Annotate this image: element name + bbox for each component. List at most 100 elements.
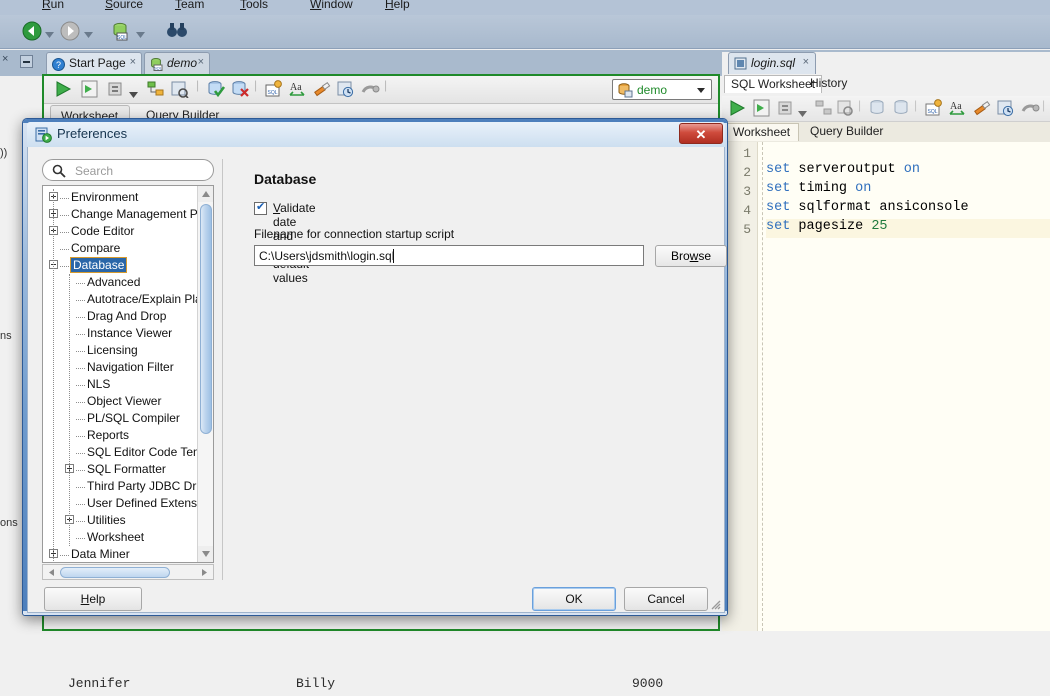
browse-button[interactable]: Browse xyxy=(655,245,727,267)
scheduler-icon[interactable] xyxy=(336,80,356,101)
sql-file-icon xyxy=(734,57,747,73)
clear-icon[interactable] xyxy=(972,99,992,120)
tree-item-label: Environment xyxy=(71,190,139,204)
tree-connector xyxy=(76,385,85,386)
tab-close-icon[interactable]: × xyxy=(803,56,809,68)
back-dropdown-icon[interactable] xyxy=(45,27,54,41)
resize-grip[interactable] xyxy=(709,598,721,610)
run-script-icon[interactable] xyxy=(80,80,100,101)
help-circle-icon: ? xyxy=(52,58,65,74)
menu-item-source[interactable]: Source xyxy=(105,0,143,11)
sql-connection-icon[interactable]: SQL xyxy=(110,21,130,44)
scheduler-icon[interactable] xyxy=(996,99,1016,120)
tree-connector xyxy=(76,453,85,454)
text-caret xyxy=(393,249,394,263)
tree-item-label: Database xyxy=(69,257,128,273)
chevron-down-icon[interactable] xyxy=(798,106,807,120)
preferences-tree[interactable]: Environment Change Management Param Code E… xyxy=(42,185,214,563)
tab-close-icon[interactable]: × xyxy=(198,56,204,68)
scrollbar-thumb[interactable] xyxy=(200,204,212,434)
tree-vertical-scrollbar[interactable] xyxy=(197,186,213,562)
svg-text:SQL: SQL xyxy=(267,90,277,96)
tree-connector xyxy=(76,419,85,420)
close-icon[interactable]: ✕ xyxy=(679,123,723,144)
unshared-worksheet-icon[interactable]: SQL xyxy=(924,99,944,120)
rollback-icon[interactable] xyxy=(230,80,250,101)
explain-plan-icon[interactable] xyxy=(146,80,166,101)
back-icon[interactable] xyxy=(22,21,42,44)
tab-history[interactable]: History xyxy=(810,76,847,90)
tab-worksheet[interactable]: Worksheet xyxy=(724,123,800,141)
scroll-up-icon[interactable] xyxy=(198,186,213,202)
dialog-title-bar[interactable]: Preferences ✕ xyxy=(27,122,725,147)
sql-tuning-icon[interactable] xyxy=(360,80,380,101)
tree-item-label: SQL Formatter xyxy=(87,462,166,476)
dock-minimize-icon[interactable] xyxy=(20,55,33,68)
search-binoculars-icon[interactable] xyxy=(166,21,188,42)
connection-selector[interactable]: demo xyxy=(612,79,712,100)
format-text-icon[interactable]: Aa xyxy=(948,99,968,120)
cell-salary: 9000 xyxy=(632,676,664,691)
search-input[interactable]: Search xyxy=(42,159,214,181)
tree-connector xyxy=(60,198,69,199)
tab-sql-worksheet[interactable]: SQL Worksheet xyxy=(724,75,823,93)
scrollbar-thumb[interactable] xyxy=(60,567,170,578)
code-token: set xyxy=(766,200,791,215)
cell-last-name: Billy xyxy=(296,676,336,691)
tab-close-icon[interactable]: × xyxy=(130,56,136,68)
sql-history-icon[interactable] xyxy=(170,80,190,101)
sql-history-icon[interactable] xyxy=(836,99,856,120)
commit-icon[interactable] xyxy=(868,99,888,120)
tab-query-builder[interactable]: Query Builder xyxy=(810,124,883,138)
left-panel-fragment: ns xyxy=(0,330,12,342)
menu-item-tools[interactable]: Tools xyxy=(240,0,268,11)
editor-tab-start-page[interactable]: ? Start Page × xyxy=(46,52,142,76)
clear-icon[interactable] xyxy=(312,80,332,101)
tree-horizontal-scrollbar[interactable] xyxy=(42,564,214,580)
tree-connector xyxy=(76,538,85,539)
forward-icon[interactable] xyxy=(60,21,80,44)
menu-item-window[interactable]: Window xyxy=(310,0,353,11)
menu-item-team[interactable]: Team xyxy=(175,0,204,11)
run-statement-icon[interactable] xyxy=(728,99,748,120)
commit-icon[interactable] xyxy=(206,80,226,101)
ok-button[interactable]: OK xyxy=(532,587,616,611)
scroll-right-icon[interactable] xyxy=(198,566,211,582)
chevron-down-icon[interactable] xyxy=(697,88,705,93)
tab-label: SQL Worksheet xyxy=(731,77,816,91)
cancel-button[interactable]: Cancel xyxy=(624,587,708,611)
code-token: timing xyxy=(790,181,856,196)
scroll-left-icon[interactable] xyxy=(45,566,58,582)
sql-code-area[interactable]: 12345 set serveroutput on set timing on se… xyxy=(722,142,1050,631)
code-token: set xyxy=(766,162,791,177)
editor-tab-demo[interactable]: SQL demo × xyxy=(144,52,210,76)
sql-dropdown-icon[interactable] xyxy=(136,27,145,41)
forward-dropdown-icon[interactable] xyxy=(84,27,93,41)
tab-label: History xyxy=(810,76,848,90)
explain-plan-icon[interactable] xyxy=(814,99,834,120)
chevron-down-icon[interactable] xyxy=(129,87,138,101)
tree-item-label: NLS xyxy=(87,377,111,391)
menu-item-help[interactable]: Help xyxy=(385,0,410,11)
menu-item-run[interactable]: Run xyxy=(42,0,64,11)
autotrace-icon[interactable] xyxy=(106,80,126,101)
checkbox[interactable] xyxy=(254,200,267,215)
editor-tab-login-sql[interactable]: login.sql × xyxy=(728,52,817,74)
close-glyph: ✕ xyxy=(695,127,707,142)
startup-script-label: Filename for connection startup script xyxy=(254,227,455,241)
run-statement-icon[interactable] xyxy=(54,80,74,101)
unshared-worksheet-icon[interactable]: SQL xyxy=(264,80,284,101)
tree-item-label: Compare xyxy=(71,241,121,255)
tree-connector xyxy=(76,368,85,369)
format-text-icon[interactable]: Aa xyxy=(288,80,308,101)
startup-script-input[interactable]: C:\Users\jdsmith\login.sql xyxy=(254,245,644,266)
scroll-down-icon[interactable] xyxy=(198,546,213,562)
rollback-icon[interactable] xyxy=(892,99,912,120)
code-token: set xyxy=(766,219,791,234)
ok-label: OK xyxy=(565,592,583,606)
sql-tuning-icon[interactable] xyxy=(1020,99,1040,120)
run-script-icon[interactable] xyxy=(752,99,772,120)
autotrace-icon[interactable] xyxy=(776,99,796,120)
dock-close-icon[interactable]: × xyxy=(2,53,8,65)
help-button[interactable]: Help xyxy=(44,587,142,611)
